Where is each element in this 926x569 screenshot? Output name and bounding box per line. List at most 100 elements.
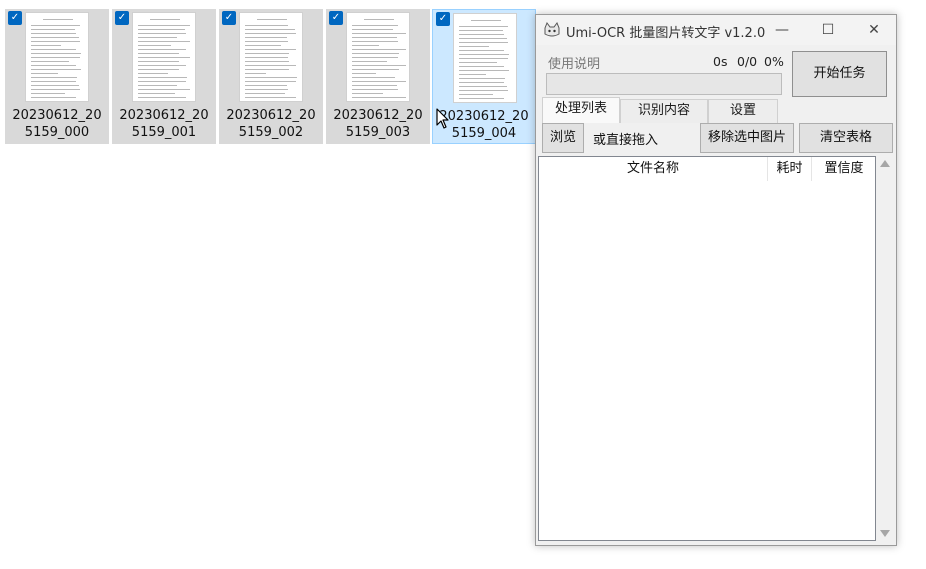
text-line [138, 85, 177, 86]
text-line [364, 19, 394, 20]
text-line [138, 25, 190, 26]
checkbox-checked-icon[interactable]: ✓ [8, 11, 22, 25]
text-line [138, 29, 185, 30]
document-preview [132, 12, 196, 102]
scroll-up-arrow-icon[interactable] [880, 160, 890, 167]
text-line [138, 37, 177, 38]
text-line [459, 46, 489, 47]
text-line [459, 38, 507, 39]
umi-ocr-window: Umi-OCR 批量图片转文字 v1.2.0 — ☐ ✕ 使用说明 0s 0/0… [535, 14, 897, 546]
text-line [31, 37, 79, 38]
text-line [138, 77, 187, 78]
text-line [138, 33, 186, 34]
text-line [31, 77, 77, 78]
text-line [31, 85, 79, 86]
scroll-down-arrow-icon[interactable] [880, 530, 890, 537]
text-line [459, 86, 507, 87]
text-line [459, 42, 508, 43]
text-line [245, 81, 296, 82]
text-line [138, 41, 190, 42]
text-line [245, 45, 281, 46]
text-line [150, 19, 180, 20]
text-line [352, 89, 398, 90]
column-header-confidence[interactable]: 置信度 [812, 157, 876, 181]
start-task-button[interactable]: 开始任务 [792, 51, 887, 97]
file-thumbnail[interactable]: ✓ 20230612_205159_002 [219, 9, 323, 144]
text-line [352, 69, 399, 70]
column-header-time[interactable]: 耗时 [768, 157, 812, 181]
text-line [352, 33, 406, 34]
checkbox-checked-icon[interactable]: ✓ [115, 11, 129, 25]
text-line [352, 73, 376, 74]
checkbox-checked-icon[interactable]: ✓ [329, 11, 343, 25]
progress-percent: 0% [764, 54, 784, 69]
help-link[interactable]: 使用说明 [548, 53, 600, 72]
text-line [459, 94, 493, 95]
remove-selected-button[interactable]: 移除选中图片 [700, 123, 794, 153]
file-name: 20230612_205159_000 [12, 108, 102, 140]
tab-process-list[interactable]: 处理列表 [542, 97, 620, 123]
text-line [459, 90, 508, 91]
text-line [352, 97, 406, 98]
clear-table-button[interactable]: 清空表格 [799, 123, 893, 153]
text-line [459, 74, 486, 75]
text-line [245, 97, 296, 98]
browse-button[interactable]: 浏览 [542, 123, 584, 153]
progress-bar [546, 73, 782, 95]
file-table[interactable]: 文件名称 耗时 置信度 [538, 156, 876, 541]
text-line [245, 29, 295, 30]
text-line [471, 20, 501, 21]
tab-settings[interactable]: 设置 [708, 99, 778, 123]
text-line [257, 19, 287, 20]
text-line [31, 89, 80, 90]
text-line [245, 49, 296, 50]
text-line [459, 26, 508, 27]
text-line [31, 57, 80, 58]
text-line [459, 82, 504, 83]
document-preview [346, 12, 410, 102]
text-line [459, 54, 509, 55]
text-line [31, 53, 81, 54]
column-header-filename[interactable]: 文件名称 [539, 157, 768, 181]
maximize-button[interactable]: ☐ [805, 15, 851, 45]
text-line [352, 85, 397, 86]
text-line [245, 85, 287, 86]
text-line [245, 61, 289, 62]
text-line [138, 57, 190, 58]
document-preview [239, 12, 303, 102]
checkbox-checked-icon[interactable]: ✓ [436, 12, 450, 26]
title-bar[interactable]: Umi-OCR 批量图片转文字 v1.2.0 — ☐ ✕ [536, 15, 896, 45]
file-count: 0/0 [737, 54, 758, 69]
minimize-button[interactable]: — [759, 15, 805, 45]
tab-recognized-content[interactable]: 识别内容 [620, 99, 708, 123]
text-line [459, 62, 497, 63]
file-thumbnail[interactable]: ✓ 20230612_205159_003 [326, 9, 430, 144]
text-line [31, 49, 76, 50]
text-line [352, 45, 379, 46]
text-line [31, 65, 76, 66]
drag-hint: 或直接拖入 [593, 133, 659, 148]
text-line [31, 25, 80, 26]
text-line [459, 58, 508, 59]
document-preview [25, 12, 89, 102]
text-line [459, 30, 503, 31]
checkbox-checked-icon[interactable]: ✓ [222, 11, 236, 25]
text-line [31, 61, 69, 62]
text-line [245, 25, 288, 26]
text-line [352, 37, 397, 38]
text-line [352, 41, 398, 42]
file-thumbnail[interactable]: ✓ 20230612_205159_001 [112, 9, 216, 144]
file-thumbnail[interactable]: ✓ 20230612_205159_000 [5, 9, 109, 144]
table-scrollbar[interactable] [876, 156, 894, 541]
text-line [245, 37, 287, 38]
text-line [138, 93, 175, 94]
text-line [245, 93, 285, 94]
mouse-cursor-icon [436, 108, 449, 129]
file-name: 20230612_205159_001 [119, 108, 209, 140]
text-line [31, 41, 80, 42]
elapsed-time: 0s [713, 54, 728, 69]
text-line [31, 97, 76, 98]
close-button[interactable]: ✕ [851, 15, 897, 45]
text-line [352, 61, 387, 62]
text-line [352, 25, 398, 26]
